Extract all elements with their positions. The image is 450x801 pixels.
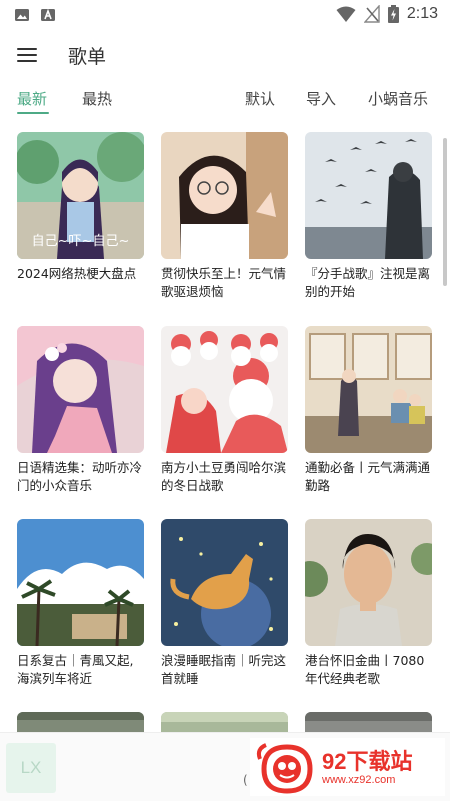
playlist-title: 贯彻快乐至上！元气情歌驱退烦恼: [161, 266, 287, 299]
playlist-card[interactable]: 『分手战歌』注视是离别的开始: [305, 132, 432, 301]
playlist-card[interactable]: 自己~吓~自己~ 2024网络热梗大盘点: [17, 132, 144, 301]
playlist-title: 通勤必备丨元气满满通勤路: [305, 460, 431, 493]
tab-default[interactable]: 默认: [245, 88, 275, 109]
menu-icon[interactable]: [14, 42, 40, 68]
playlist-cover: [305, 326, 432, 453]
playlist-card[interactable]: 日语精选集：动听亦冷门的小众音乐: [17, 326, 144, 495]
playlist-card[interactable]: 浪漫睡眠指南｜听完这首就睡: [161, 519, 288, 688]
playlist-card[interactable]: 贯彻快乐至上！元气情歌驱退烦恼: [161, 132, 288, 301]
playlist-title: 日语精选集：动听亦冷门的小众音乐: [17, 460, 143, 493]
active-tab-indicator: [17, 112, 49, 114]
playlist-cover: [305, 132, 432, 259]
playlist-cover: [17, 519, 144, 646]
playlist-title: 港台怀旧金曲丨7080年代经典老歌: [305, 653, 425, 686]
image-notification-icon: [15, 9, 29, 21]
page-title: 歌单: [68, 46, 107, 68]
no-signal-icon: [363, 5, 380, 23]
playlist-cover: [161, 519, 288, 646]
wifi-icon: [336, 6, 356, 22]
playlist-cover: [161, 132, 288, 259]
watermark-logo-icon: [256, 743, 313, 794]
cover-overlay-text: 自己~吓~自己~: [31, 234, 130, 249]
clock: 2:13: [406, 5, 438, 22]
tab-source[interactable]: 小蜗音乐: [368, 88, 428, 109]
watermark: 92下载站 www.xz92.com: [250, 738, 445, 796]
watermark-name: 92下载站: [322, 749, 413, 774]
app-notification-icon: [41, 8, 55, 21]
playlist-card[interactable]: 通勤必备丨元气满满通勤路: [305, 326, 432, 495]
tab-newest[interactable]: 最新: [17, 88, 47, 109]
playlist-title: 浪漫睡眠指南｜听完这首就睡: [161, 653, 287, 686]
playlist-cover: [17, 326, 144, 453]
tab-hottest[interactable]: 最热: [82, 88, 112, 109]
playlist-card[interactable]: 日系复古｜青風又起,海滨列车将近: [17, 519, 144, 688]
app-logo[interactable]: LX: [6, 743, 56, 793]
tab-import[interactable]: 导入: [306, 88, 336, 109]
status-bar: 2:13: [0, 0, 450, 32]
playlist-card[interactable]: 南方小土豆勇闯哈尔滨的冬日战歌: [161, 326, 288, 495]
battery-charging-icon: [387, 5, 399, 23]
playlist-cover: [305, 519, 432, 646]
playlist-title: 『分手战歌』注视是离别的开始: [305, 266, 431, 299]
playlist-title: 南方小土豆勇闯哈尔滨的冬日战歌: [161, 460, 287, 493]
watermark-url: www.xz92.com: [322, 774, 396, 786]
playlist-title: 日系复古｜青風又起,海滨列车将近: [17, 653, 134, 686]
sort-tabs: 最新 最热 默认 导入 小蜗音乐: [0, 84, 450, 118]
player-track-text: (: [243, 773, 248, 787]
playlist-card[interactable]: 港台怀旧金曲丨7080年代经典老歌: [305, 519, 432, 688]
playlist-title: 2024网络热梗大盘点: [17, 266, 137, 281]
scrollbar[interactable]: [443, 138, 447, 286]
playlist-cover: 自己~吓~自己~: [17, 132, 144, 259]
app-bar: 歌单: [0, 32, 450, 78]
playlist-cover: [161, 326, 288, 453]
